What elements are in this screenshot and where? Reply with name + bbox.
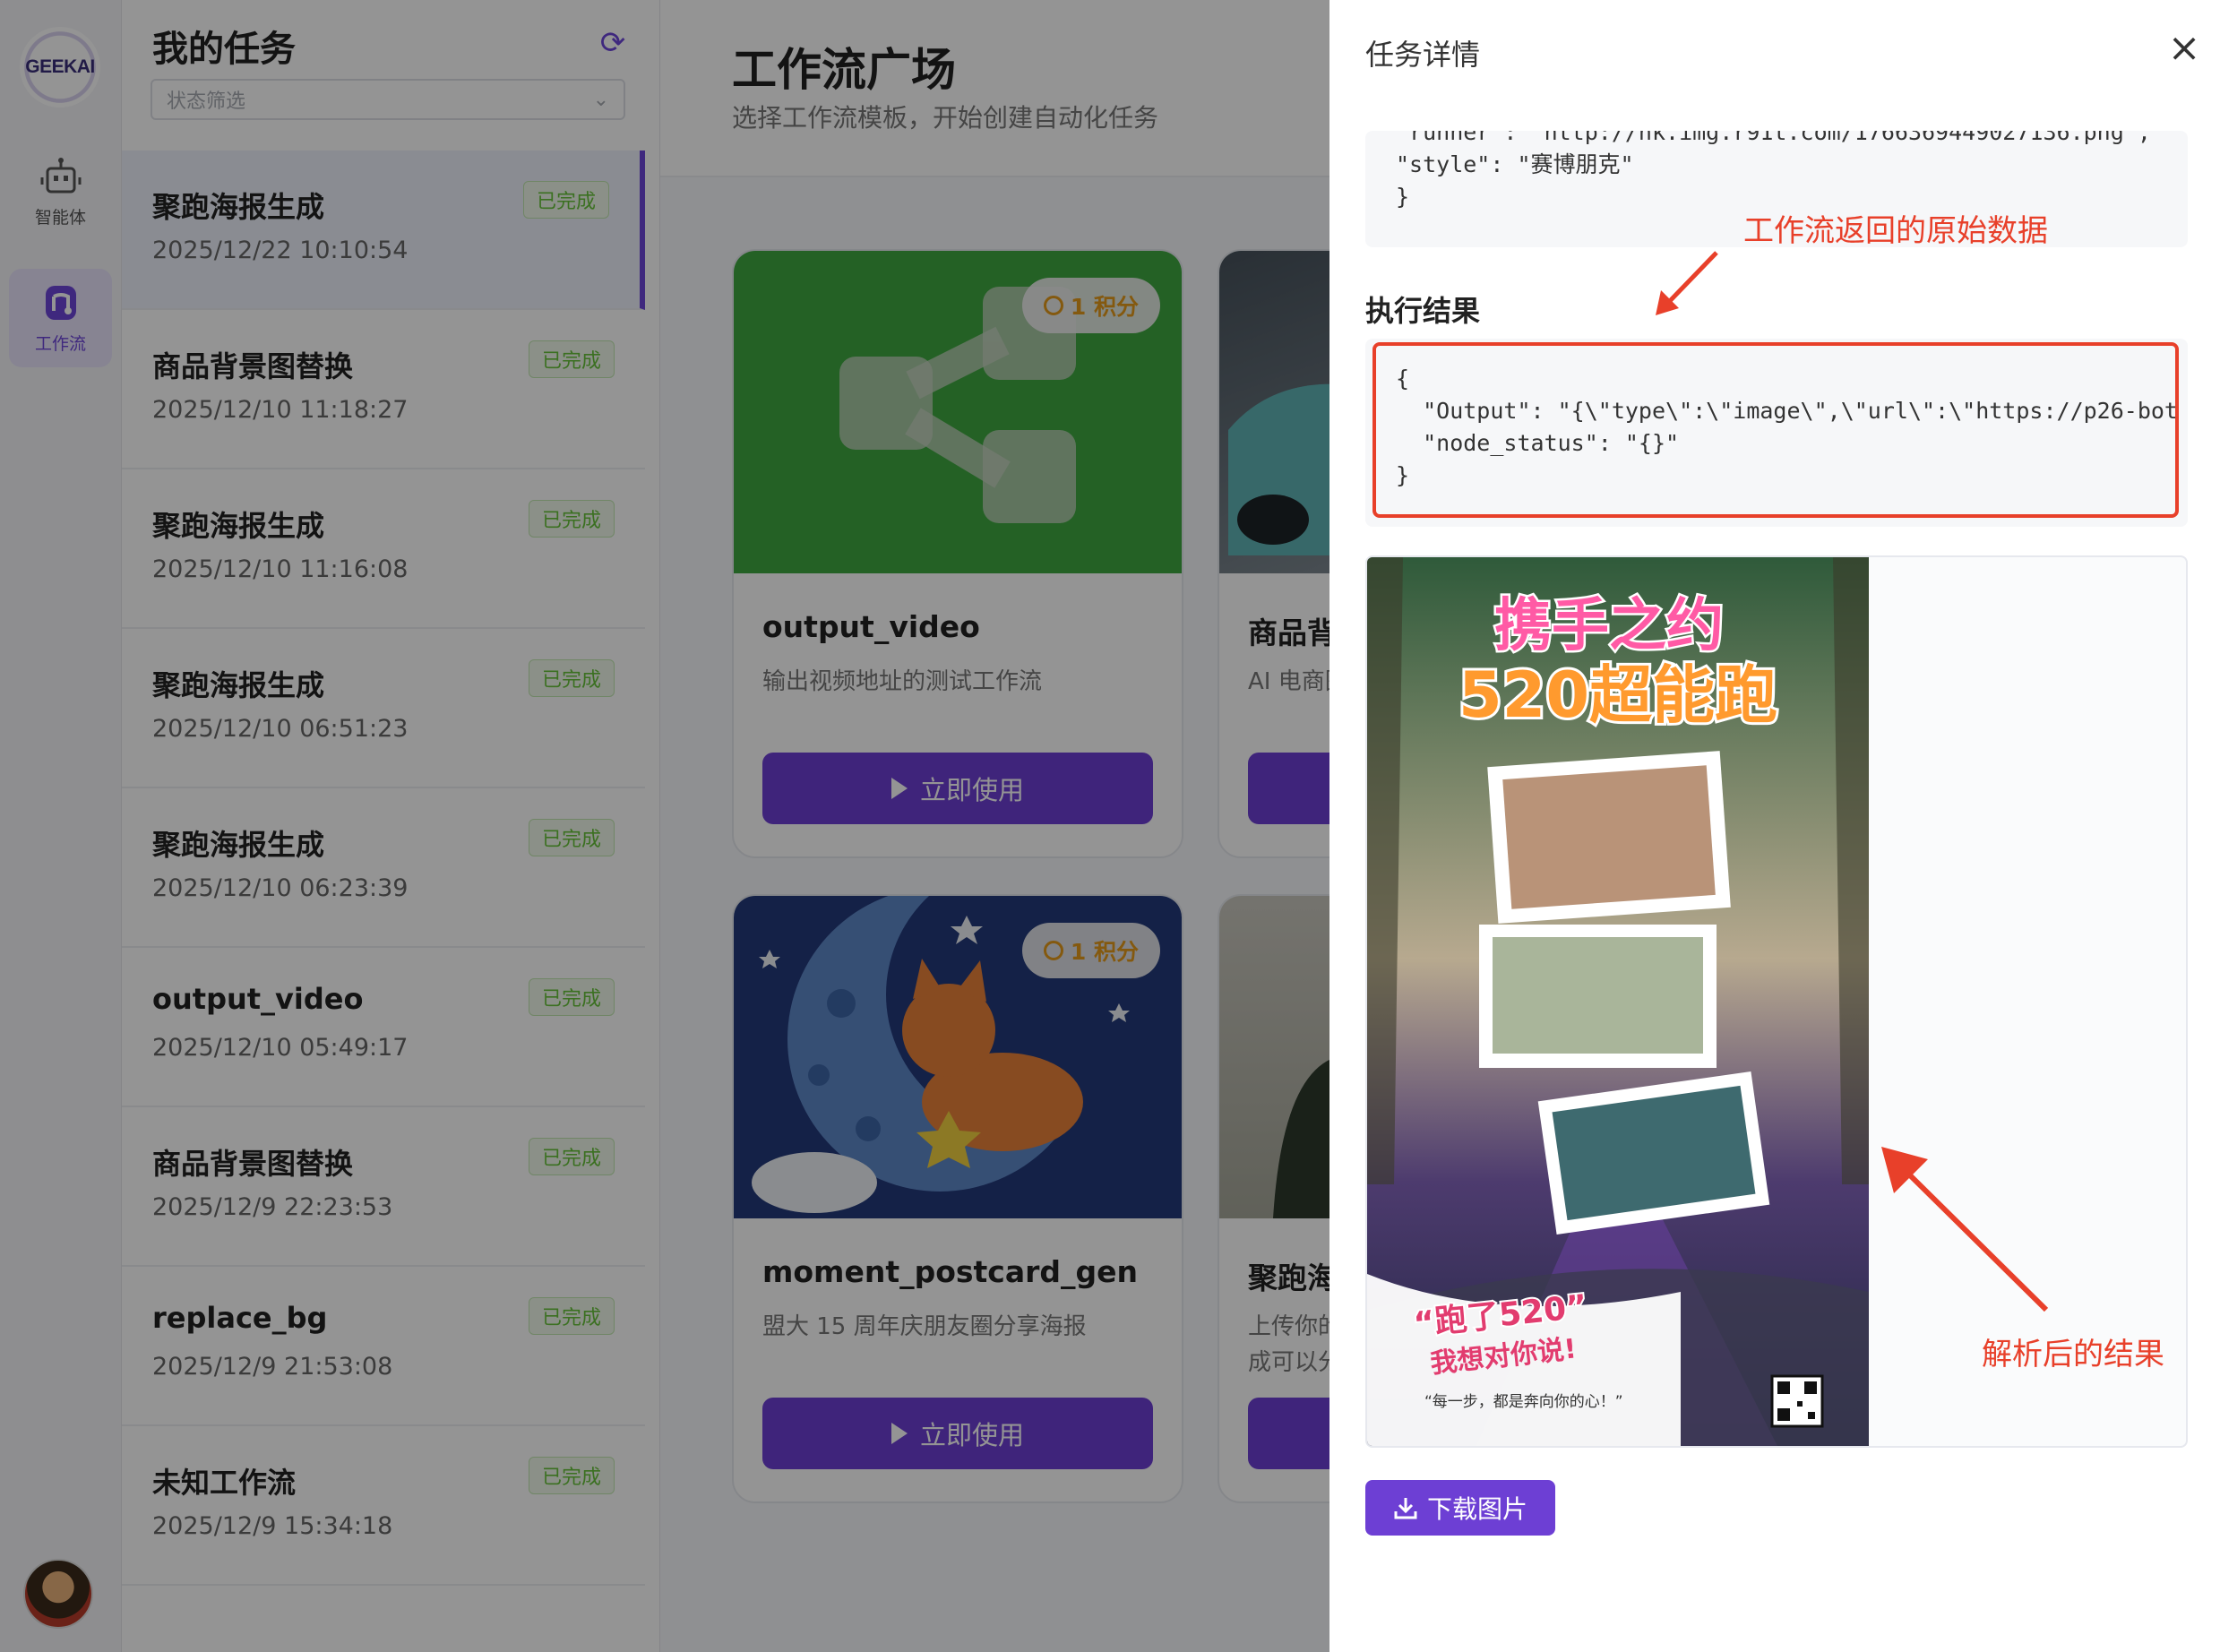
poster-title-line1: 携手之约 bbox=[1494, 593, 1724, 659]
raw-line: } bbox=[1396, 184, 1410, 210]
annotation-raw-data: 工作流返回的原始数据 bbox=[1743, 213, 2048, 249]
raw-line: "style": "赛博朋克" bbox=[1396, 151, 1634, 177]
annotation-arrow-icon bbox=[1656, 251, 1718, 315]
raw-line: "runner": "http://nk.img.r91t.com/176636… bbox=[1396, 131, 2151, 145]
result-poster-image: 携手之约 520超能跑 “跑了520” 我想对你说! “每一步，都是奔向你的心！… bbox=[1367, 557, 1869, 1446]
result-image-frame[interactable]: 携手之约 520超能跑 “跑了520” 我想对你说! “每一步，都是奔向你的心！… bbox=[1365, 555, 2188, 1448]
drawer-title: 任务详情 bbox=[1365, 38, 1481, 72]
annotation-arrow-icon bbox=[1881, 1147, 2049, 1312]
modal-overlay[interactable] bbox=[0, 0, 1329, 1652]
download-label: 下载图片 bbox=[1426, 1494, 1527, 1524]
task-detail-drawer: 任务详情 × "runner": "http://nk.img.r91t.com… bbox=[1329, 0, 2220, 1652]
download-icon bbox=[1394, 1498, 1417, 1519]
download-image-button[interactable]: 下载图片 bbox=[1365, 1480, 1555, 1536]
annotation-parsed-result: 解析后的结果 bbox=[1982, 1337, 2164, 1372]
poster-title-line2: 520超能跑 bbox=[1458, 658, 1777, 732]
close-icon[interactable]: × bbox=[2166, 29, 2202, 68]
result-section-title: 执行结果 bbox=[1365, 294, 1481, 328]
annotation-highlight-box bbox=[1372, 342, 2179, 518]
poster-caption: “每一步，都是奔向你的心！” bbox=[1424, 1393, 1623, 1411]
